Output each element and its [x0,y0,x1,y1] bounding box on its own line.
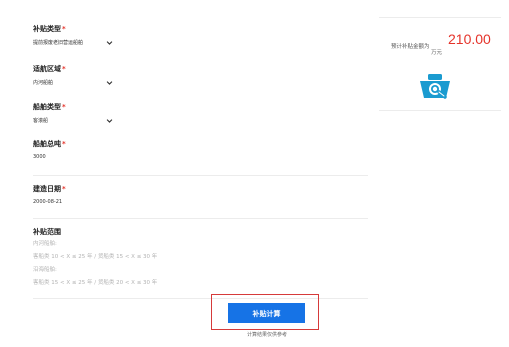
gross-tonnage-label: 船舶总吨* [33,140,66,148]
build-date-field: 建造日期* 2000-08-21 [33,176,368,218]
result-label: 预计补贴金额为 [391,44,430,50]
ship-type-select[interactable]: 客滚船 [33,115,113,127]
ship-search-icon [420,74,450,99]
gross-tonnage-field: 船舶总吨* 3000 [33,140,368,175]
ship-type-label: 船舶类型* [33,103,66,111]
result-panel: 预计补贴金额为 210.00 万元 [379,17,501,111]
result-amount: 210.00 [448,31,491,47]
subsidy-range-section: 补贴范围 内河船舶: 客船类 10 < X ≤ 25 年 / 货船类 15 < … [33,219,368,298]
navigation-area-value: 内河船舶 [33,80,54,86]
ship-type-field: 船舶类型* 客滚船 [33,103,368,140]
navigation-area-field: 适航区域* 内河船舶 [33,65,368,103]
required-mark: * [62,103,66,111]
subsidy-form: 补贴类型* 提前报废老旧营运船舶 适航区域* 内河船舶 船舶类型* 客滚船 船舶… [33,25,368,299]
required-mark: * [62,140,66,148]
required-mark: * [62,25,66,33]
range-inland-heading: 内河船舶: [33,241,57,247]
navigation-area-select[interactable]: 内河船舶 [33,77,113,89]
navigation-area-label: 适航区域* [33,65,66,73]
subsidy-range-title: 补贴范围 [33,228,61,236]
required-mark: * [62,185,66,193]
subsidy-calculator-page: 补贴类型* 提前报废老旧营运船舶 适航区域* 内河船舶 船舶类型* 客滚船 船舶… [0,0,509,347]
chevron-down-icon [106,119,113,123]
range-inland-rule: 客船类 10 < X ≤ 25 年 / 货船类 15 < X ≤ 30 年 [33,254,158,260]
build-date-label: 建造日期* [33,185,66,193]
calc-note: 计算结果仅供参考 [246,332,287,338]
calculate-button[interactable]: 补贴计算 [228,303,305,323]
subsidy-type-select[interactable]: 提前报废老旧营运船舶 [33,37,113,49]
range-coastal-rule: 客船类 15 < X ≤ 25 年 / 货船类 20 < X ≤ 30 年 [33,280,158,286]
subsidy-type-label: 补贴类型* [33,25,66,33]
gross-tonnage-input[interactable]: 3000 [33,153,368,161]
range-coastal-heading: 沿海船舶: [33,267,57,273]
required-mark: * [62,65,66,73]
chevron-down-icon [106,81,113,85]
subsidy-type-field: 补贴类型* 提前报废老旧营运船舶 [33,25,368,65]
build-date-input[interactable]: 2000-08-21 [33,198,368,206]
ship-type-value: 客滚船 [33,118,49,124]
result-unit: 万元 [431,50,443,56]
chevron-down-icon [106,41,113,45]
subsidy-type-value: 提前报废老旧营运船舶 [33,40,84,46]
